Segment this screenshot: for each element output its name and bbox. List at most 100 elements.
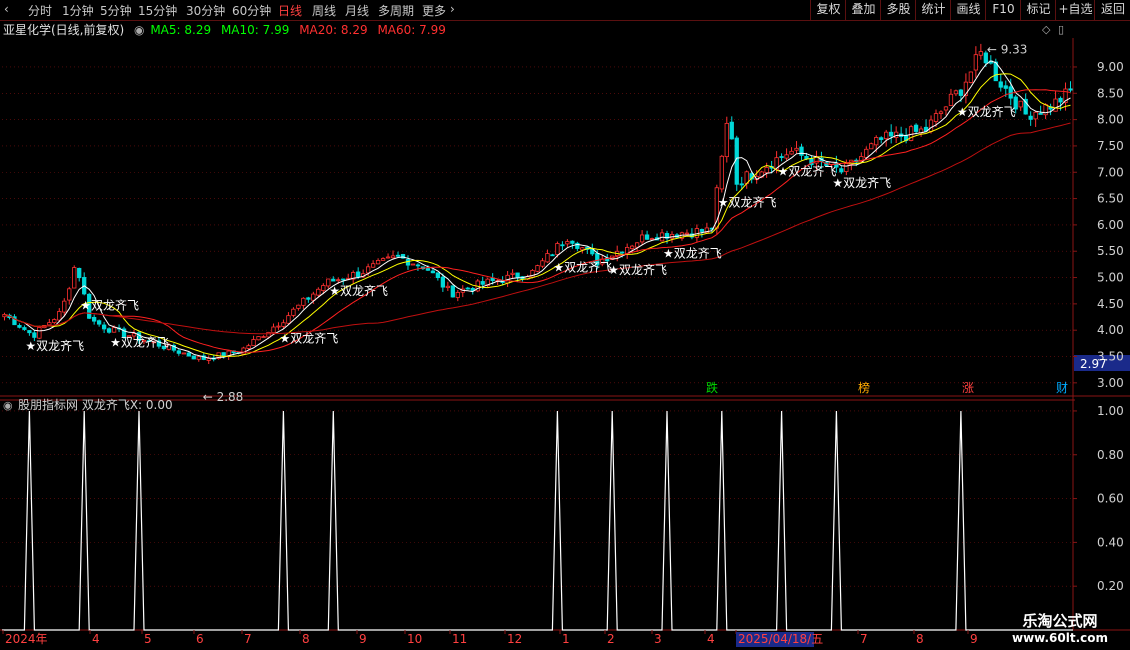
- ma60-line: [4, 122, 1071, 335]
- candle-body-148: [739, 183, 744, 186]
- candle-body-188: [938, 111, 944, 114]
- candle-body-14: [72, 267, 77, 289]
- candles-layer: [2, 43, 1073, 364]
- candle-body-212: [1058, 97, 1063, 103]
- candle-body-88: [440, 276, 445, 288]
- time-label-6: 9: [359, 632, 367, 646]
- candle-body-15: [77, 267, 82, 279]
- event-tag-3[interactable]: 涨: [962, 380, 974, 395]
- candle-body-200: [998, 81, 1003, 88]
- candle-body-103: [515, 272, 520, 279]
- candle-body-73: [365, 266, 371, 274]
- diamond-icon[interactable]: ◇: [1042, 23, 1051, 36]
- candle-body-130: [649, 238, 655, 241]
- price-tick-label-2: 8.00: [1097, 113, 1124, 127]
- candle-body-9: [47, 322, 52, 326]
- signal-label-4: ★双龙齐飞: [329, 283, 388, 298]
- indicator-panel: [2, 410, 1073, 631]
- candle-body-39: [196, 356, 201, 360]
- candle-body-53: [266, 331, 271, 338]
- candle-body-128: [639, 234, 645, 243]
- candle-body-107: [535, 265, 540, 272]
- candle-body-146: [729, 121, 734, 140]
- candle-body-201: [1003, 85, 1008, 89]
- candle-body-4: [22, 327, 27, 330]
- candle-body-58: [291, 308, 296, 316]
- time-label-16: 8: [916, 632, 924, 646]
- candle-body-36: [181, 352, 186, 355]
- candle-body-81: [405, 259, 411, 266]
- candle-body-86: [430, 270, 436, 274]
- signal-label-6: ★双龙齐飞: [608, 262, 667, 277]
- ma5-line: [4, 60, 1071, 360]
- time-label-9: 12: [507, 632, 522, 646]
- candle-body-68: [341, 278, 346, 281]
- candle-body-13: [67, 288, 72, 301]
- candle-body-57: [286, 315, 291, 324]
- time-axis: 2024年 4 5 6 7 8 9 10 11 12 1 2 3 4 2025/04/18/五 7 8 9: [2, 630, 978, 647]
- candle-body-44: [221, 352, 226, 357]
- candle-body-158: [789, 150, 794, 155]
- candle-body-56: [281, 322, 286, 327]
- indicator-line: [2, 410, 1073, 631]
- candle-body-50: [251, 339, 256, 347]
- price-tick-label-0: 9.00: [1097, 60, 1124, 74]
- candle-body-126: [630, 245, 635, 249]
- candle-body-52: [261, 336, 266, 339]
- candle-body-137: [684, 232, 690, 235]
- candle-body-113: [565, 241, 570, 245]
- signal-label-11: ★双龙齐飞: [957, 104, 1016, 119]
- signal-label-1: ★双龙齐飞: [80, 297, 139, 312]
- signal-label-2: ★双龙齐飞: [110, 335, 169, 350]
- ind-tick-label-0: 1.00: [1097, 404, 1124, 418]
- candle-body-41: [206, 358, 211, 361]
- candle-body-66: [331, 278, 336, 282]
- candle-body-83: [415, 264, 421, 267]
- candle-body-79: [395, 254, 401, 257]
- event-tag-2[interactable]: 榜: [858, 380, 870, 395]
- scroll-icon[interactable]: ▯: [1058, 23, 1064, 36]
- candle-body-129: [644, 234, 650, 240]
- ind-tick-label-1: 0.80: [1097, 448, 1124, 462]
- event-tag-1[interactable]: 跌: [706, 380, 718, 395]
- watermark-title: 乐淘公式网: [1022, 612, 1098, 630]
- candle-body-102: [510, 272, 515, 275]
- candle-body-38: [191, 355, 196, 360]
- candle-body-112: [560, 244, 565, 247]
- candle-body-62: [311, 293, 316, 301]
- candle-body-89: [445, 285, 450, 289]
- candle-body-5: [27, 330, 32, 334]
- event-tag-4[interactable]: 财: [1056, 381, 1068, 395]
- ma-lines-layer: [4, 60, 1071, 360]
- candle-body-179: [894, 131, 899, 138]
- price-tick-label-4: 7.00: [1097, 165, 1124, 179]
- candle-body-191: [953, 90, 959, 95]
- candle-body-18: [92, 316, 97, 322]
- low-label: ← 2.88: [203, 390, 244, 404]
- candle-body-35: [176, 350, 181, 354]
- candle-body-214: [1068, 88, 1073, 91]
- signal-label-3: ★双龙齐飞: [279, 330, 338, 345]
- candle-body-12: [62, 300, 67, 313]
- time-label-8: 11: [452, 632, 467, 646]
- candle-body-10: [52, 319, 57, 323]
- candle-body-140: [699, 229, 705, 232]
- price-tick-label-10: 4.00: [1097, 323, 1124, 337]
- price-chart[interactable]: ★双龙齐飞★双龙齐飞★双龙齐飞 ★双龙齐飞★双龙齐飞★双龙齐飞★双龙齐飞★双龙齐飞…: [0, 0, 1130, 650]
- price-tick-label-3: 7.50: [1097, 139, 1124, 153]
- ma10-line: [4, 73, 1071, 357]
- ind-tick-label-2: 0.60: [1097, 492, 1124, 506]
- high-label: ← 9.33: [987, 43, 1028, 57]
- candle-body-211: [1053, 98, 1058, 112]
- candle-body-20: [101, 324, 107, 330]
- time-label-17: 9: [970, 632, 978, 646]
- candle-body-67: [336, 279, 341, 282]
- candle-body-61: [306, 297, 311, 300]
- candle-body-204: [1018, 100, 1023, 108]
- candle-body-77: [385, 256, 391, 259]
- candle-body-19: [96, 320, 102, 325]
- candle-body-192: [958, 89, 964, 96]
- indicator-collapse-icon[interactable]: ◉: [3, 399, 13, 412]
- grid-layer: [0, 38, 1130, 631]
- signal-label-0: ★双龙齐飞: [25, 338, 84, 353]
